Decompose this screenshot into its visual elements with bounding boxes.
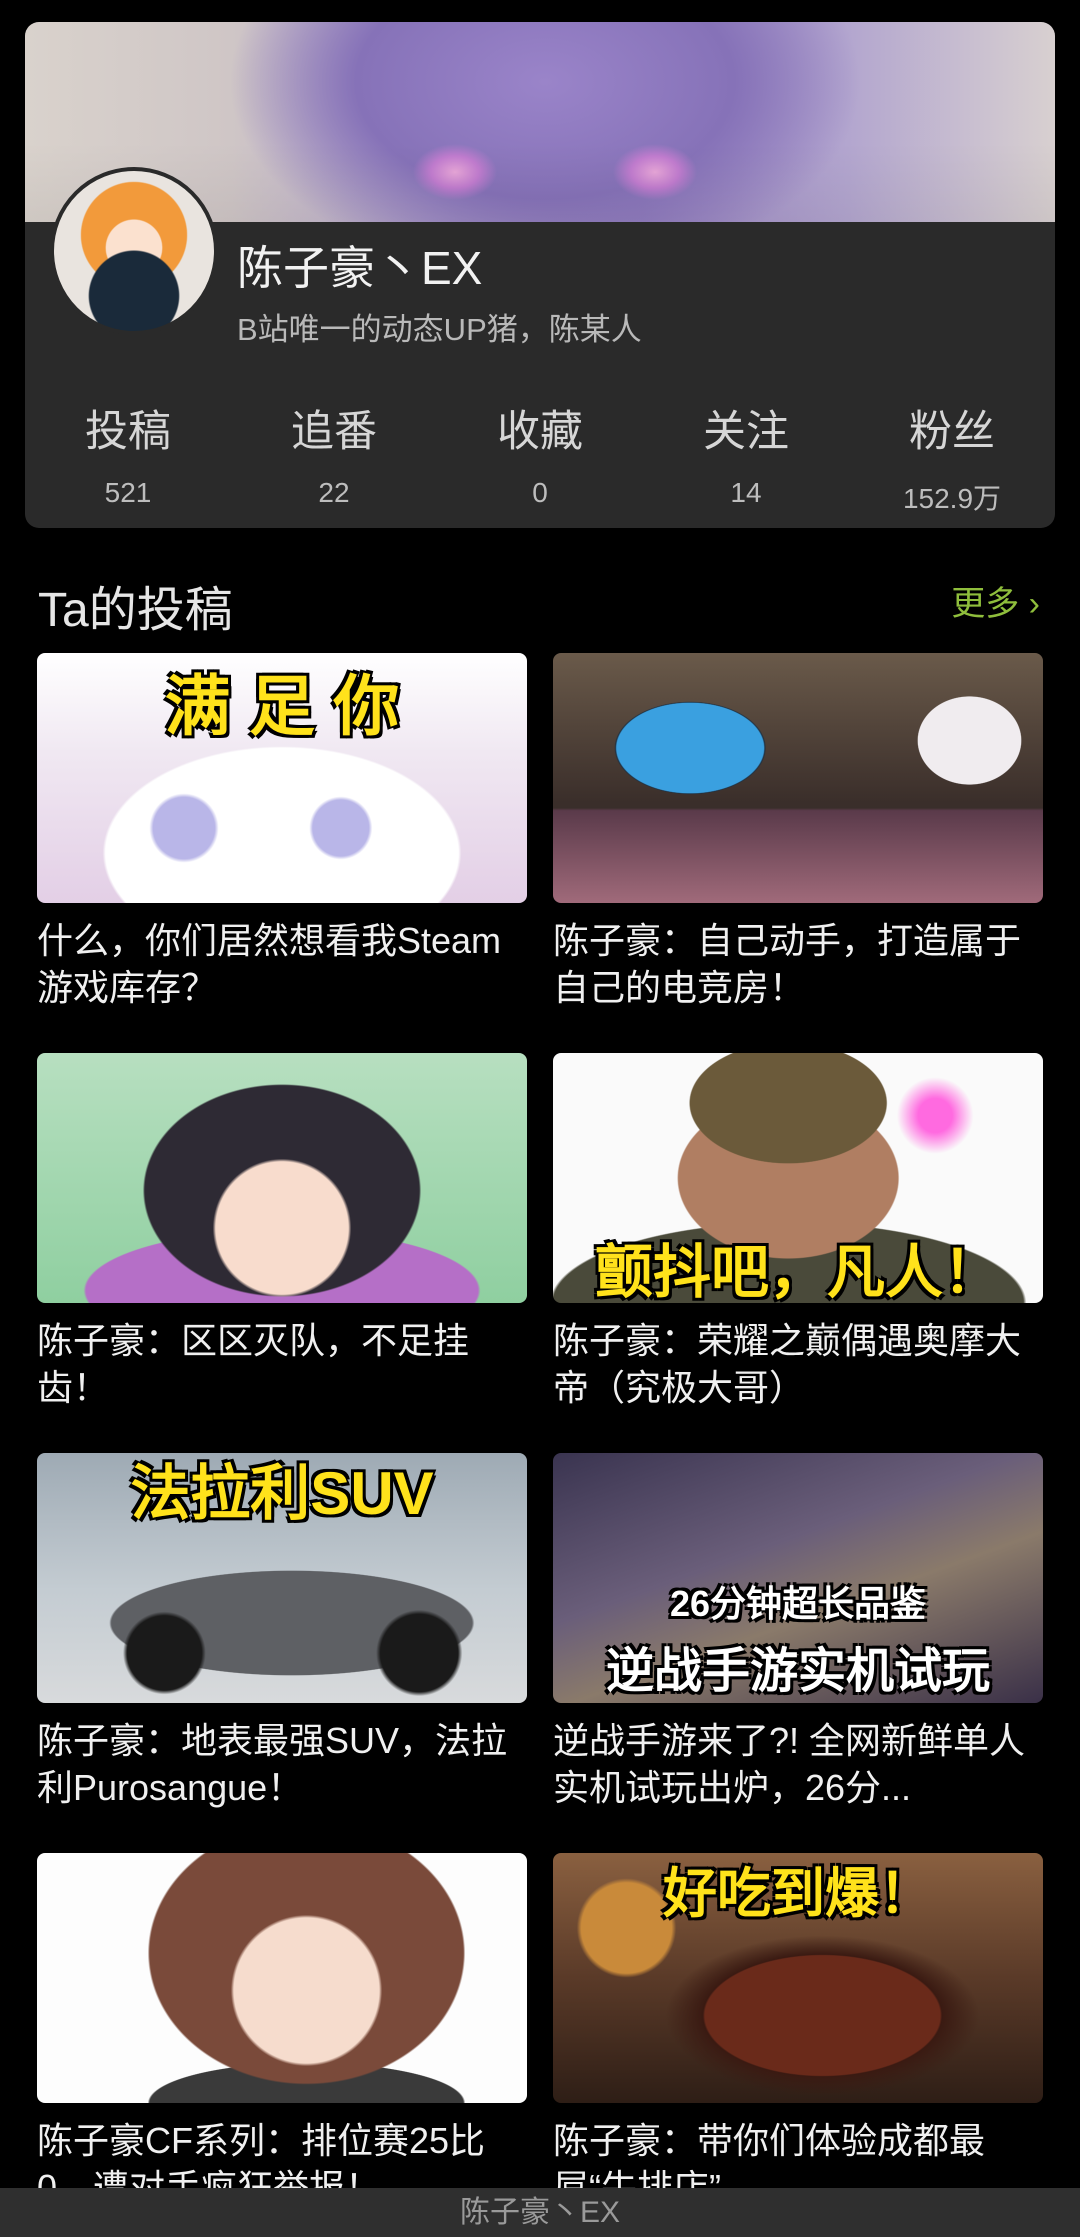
stat-uploads[interactable]: 投稿 521 <box>25 397 231 517</box>
video-title: 陈子豪：区区灭队，不足挂齿！ <box>37 1320 470 1408</box>
stat-label: 粉丝 <box>909 408 995 456</box>
video-title: 陈子豪：荣耀之巅偶遇奥摩大帝（究极大哥） <box>553 1320 1022 1408</box>
stat-value: 0 <box>532 477 548 508</box>
video-title: 什么，你们居然想看我Steam游戏库存？ <box>37 920 502 1008</box>
video-card[interactable]: 好吃到爆！ 陈子豪：带你们体验成都最屌“牛排店”... <box>553 1853 1043 2211</box>
stat-label: 关注 <box>703 408 789 456</box>
stat-bangumi[interactable]: 追番 22 <box>231 397 437 517</box>
video-title: 逆战手游来了?! 全网新鲜单人实机试玩出炉，26分... <box>553 1720 1026 1808</box>
stat-value: 521 <box>104 477 152 508</box>
stat-label: 投稿 <box>85 408 171 456</box>
video-thumbnail[interactable] <box>553 653 1043 903</box>
bottom-title-bar: 陈子豪丶EX <box>0 2188 1080 2237</box>
stat-value: 152.9万 <box>902 483 1002 514</box>
video-thumbnail[interactable]: 颤抖吧，凡人！ <box>553 1053 1043 1303</box>
stat-value: 14 <box>730 477 762 508</box>
avatar[interactable] <box>50 167 218 335</box>
video-thumbnail[interactable] <box>37 1053 527 1303</box>
video-thumbnail[interactable]: 好吃到爆！ <box>553 1853 1043 2103</box>
video-card[interactable]: 法拉利SUV 陈子豪：地表最强SUV，法拉利Purosangue！ <box>37 1453 527 1811</box>
profile-card: 陈子豪丶EX B站唯一的动态UP猪，陈某人 投稿 521 追番 22 收藏 0 … <box>25 22 1055 528</box>
video-thumbnail[interactable] <box>37 1853 527 2103</box>
stat-label: 追番 <box>291 408 377 456</box>
stat-following[interactable]: 关注 14 <box>643 397 849 517</box>
video-title: 陈子豪：自己动手，打造属于自己的电竞房！ <box>553 920 1022 1008</box>
profile-bio: B站唯一的动态UP猪，陈某人 <box>237 312 642 347</box>
stat-followers[interactable]: 粉丝 152.9万 <box>849 397 1055 517</box>
video-title: 陈子豪：地表最强SUV，法拉利Purosangue！ <box>37 1720 508 1808</box>
stat-favorites[interactable]: 收藏 0 <box>437 397 643 517</box>
video-card[interactable]: 陈子豪：自己动手，打造属于自己的电竞房！ <box>553 653 1043 1011</box>
video-card[interactable]: 颤抖吧，凡人！ 陈子豪：荣耀之巅偶遇奥摩大帝（究极大哥） <box>553 1053 1043 1411</box>
more-link[interactable]: 更多 › <box>951 576 1040 625</box>
video-thumbnail[interactable]: 满 足 你 <box>37 653 527 903</box>
section-title: Ta的投稿 <box>38 584 233 637</box>
thumbnail-caption: 满 足 你 <box>164 669 400 743</box>
video-thumbnail[interactable]: 法拉利SUV <box>37 1453 527 1703</box>
video-thumbnail[interactable]: 26分钟超长品鉴 逆战手游实机试玩 <box>553 1453 1043 1703</box>
video-card[interactable]: 26分钟超长品鉴 逆战手游实机试玩 逆战手游来了?! 全网新鲜单人实机试玩出炉，… <box>553 1453 1043 1811</box>
thumbnail-subcaption: 26分钟超长品鉴 <box>669 1583 927 1624</box>
stat-value: 22 <box>318 477 350 508</box>
profile-stats: 投稿 521 追番 22 收藏 0 关注 14 粉丝 152.9万 <box>25 397 1055 517</box>
stat-label: 收藏 <box>497 408 583 456</box>
video-card[interactable]: 满 足 你 什么，你们居然想看我Steam游戏库存？ <box>37 653 527 1011</box>
video-card[interactable]: 陈子豪CF系列：排位赛25比0，遭对手疯狂举报！ <box>37 1853 527 2211</box>
thumbnail-caption: 法拉利SUV <box>130 1460 434 1527</box>
thumbnail-caption: 逆战手游实机试玩 <box>605 1645 990 1698</box>
profile-name: 陈子豪丶EX <box>237 242 483 294</box>
thumbnail-caption: 颤抖吧，凡人！ <box>594 1240 1001 1303</box>
video-card[interactable]: 陈子豪：区区灭队，不足挂齿！ <box>37 1053 527 1411</box>
thumbnail-caption: 好吃到爆！ <box>663 1864 933 1924</box>
